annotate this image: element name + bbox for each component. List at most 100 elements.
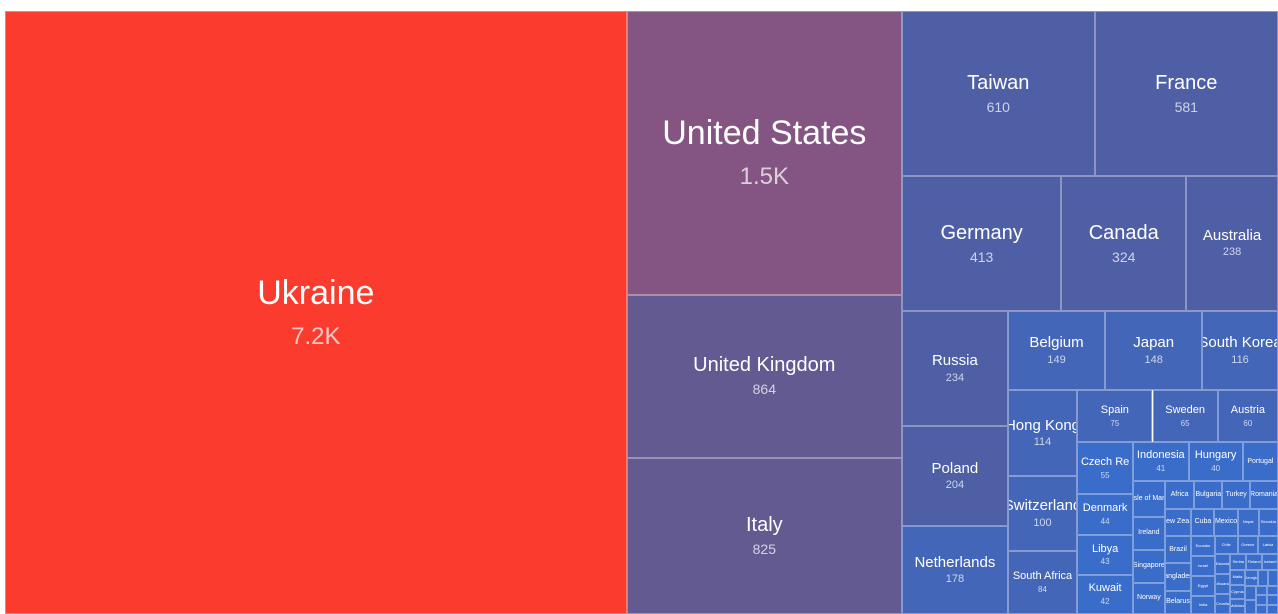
treemap-tile-czech-re[interactable]: Czech Re 55 xyxy=(1077,442,1133,494)
treemap-tile-italy[interactable]: Italy 825 xyxy=(626,458,902,614)
tile-label: Australia xyxy=(1202,227,1262,245)
treemap-tile-slovakia[interactable]: Slovakia xyxy=(1258,508,1278,536)
treemap-tile-egypt[interactable]: Egypt xyxy=(1191,576,1215,597)
tile-label: Finland xyxy=(1247,558,1261,564)
treemap-tile-lithuania[interactable]: Lithuania xyxy=(1214,573,1231,594)
treemap-tile-africa[interactable]: Africa xyxy=(1164,480,1195,509)
tile-label: Turkey xyxy=(1225,490,1247,498)
tile-label: Libya xyxy=(1091,542,1119,555)
treemap-tile-denmark[interactable]: Denmark 44 xyxy=(1077,493,1133,535)
treemap-tile-bangladesh[interactable]: Bangladesh xyxy=(1164,563,1192,591)
treemap-tile-russia[interactable]: Russia 234 xyxy=(901,310,1008,427)
treemap-tile-thailand[interactable]: Thailand xyxy=(1267,570,1278,586)
treemap-tile-canada[interactable]: Canada 324 xyxy=(1061,175,1187,311)
tile-label: South Africa xyxy=(1012,570,1073,583)
tile-value: 864 xyxy=(752,381,776,398)
treemap-tile-ukraine[interactable]: Ukraine 7.2K xyxy=(5,11,627,614)
treemap-tile-new-zea[interactable]: New Zea... xyxy=(1164,508,1192,537)
tile-label: Africa xyxy=(1170,490,1189,498)
treemap-tile-cuba[interactable]: Cuba xyxy=(1191,508,1215,536)
tile-label: Japan xyxy=(1133,334,1175,352)
treemap-tile-peru[interactable]: Peru xyxy=(1244,599,1256,614)
tile-label: Ukraine xyxy=(257,273,375,312)
treemap-tile-israel[interactable]: Israel xyxy=(1191,555,1215,577)
treemap-tile-austria[interactable]: Austria 60 xyxy=(1217,390,1278,443)
treemap-tile-united-kingdom[interactable]: United Kingdom 864 xyxy=(626,294,902,458)
tile-label: India xyxy=(1198,601,1208,607)
tile-label: Norway xyxy=(1136,594,1161,602)
tile-label: Switzerland xyxy=(1009,497,1078,515)
treemap-tile-kuwait[interactable]: Kuwait 42 xyxy=(1077,574,1133,614)
treemap-tile-finland[interactable]: Finland xyxy=(1246,553,1263,571)
tile-label: Bulgaria xyxy=(1195,490,1222,498)
treemap-tile-nepal[interactable]: Nepal xyxy=(1237,508,1259,536)
treemap-tile-south-korea[interactable]: South Korea 116 xyxy=(1202,310,1278,391)
treemap-tile-spain[interactable]: Spain 75 xyxy=(1077,390,1153,443)
tile-label: Cyprus xyxy=(1231,588,1244,594)
treemap-tile-jordan[interactable]: Jordan xyxy=(1266,595,1278,605)
treemap-tile-greece[interactable]: Greece xyxy=(1237,535,1258,554)
tile-label: Denmark xyxy=(1082,502,1128,515)
treemap-tile-isle-of-man[interactable]: Isle of Man xyxy=(1133,480,1165,517)
tile-label: Greece xyxy=(1241,541,1255,547)
tile-label: Cuba xyxy=(1194,518,1212,526)
treemap-tile-poland[interactable]: Poland 204 xyxy=(901,426,1008,527)
treemap-tile-malta[interactable]: Malta xyxy=(1230,570,1245,585)
treemap-tile-norway[interactable]: Norway xyxy=(1133,582,1165,614)
treemap-tile-vietnam[interactable]: Vietnam xyxy=(1257,570,1268,586)
treemap-tile-qatar[interactable]: Qatar xyxy=(1255,604,1267,614)
treemap-tile-ecuador[interactable]: Ecuador xyxy=(1191,535,1215,556)
treemap-tile-taiwan[interactable]: Taiwan 610 xyxy=(901,11,1095,176)
treemap-tile-croatia[interactable]: Croatia xyxy=(1214,593,1231,614)
treemap-tile-cyprus[interactable]: Cyprus xyxy=(1230,584,1245,600)
treemap-tile-hungary[interactable]: Hungary 40 xyxy=(1188,442,1243,481)
treemap-tile-south-africa[interactable]: South Africa 84 xyxy=(1007,550,1078,614)
treemap-tile-argentina[interactable]: Argentina xyxy=(1244,585,1256,600)
treemap-tile-belarus[interactable]: Belarus xyxy=(1164,590,1192,614)
treemap-tile-malaysia[interactable]: Malaysia xyxy=(1266,604,1278,614)
treemap-tile-singapore[interactable]: Singapore xyxy=(1133,549,1165,583)
treemap-tile-latvia[interactable]: Latvia xyxy=(1257,535,1278,554)
treemap-tile-japan[interactable]: Japan 148 xyxy=(1105,310,1203,391)
treemap-tile-sweden[interactable]: Sweden 65 xyxy=(1152,390,1218,443)
treemap-tile-moldova[interactable]: Moldova xyxy=(1230,599,1245,614)
treemap-tile-morocco[interactable]: Morocco xyxy=(1255,595,1267,605)
treemap-tile-india[interactable]: India xyxy=(1191,596,1215,614)
tile-label: Egypt xyxy=(1197,582,1209,588)
treemap-tile-france[interactable]: France 581 xyxy=(1094,11,1278,176)
treemap-tile-belgium[interactable]: Belgium 149 xyxy=(1007,310,1106,391)
treemap-tile-iceland[interactable]: Iceland xyxy=(1262,553,1278,571)
treemap-tile-romania[interactable]: Romania xyxy=(1250,480,1278,509)
treemap-tile-portugal[interactable]: Portugal xyxy=(1242,442,1278,481)
treemap-tile-chile[interactable]: Chile xyxy=(1214,535,1238,554)
treemap-tile-estonia[interactable]: Estonia xyxy=(1214,553,1231,574)
treemap-tile-bulgaria[interactable]: Bulgaria xyxy=(1194,480,1223,509)
treemap-tile-germany[interactable]: Germany 413 xyxy=(901,175,1062,311)
tile-value: 7.2K xyxy=(291,322,341,350)
treemap-tile-libya[interactable]: Libya 43 xyxy=(1077,534,1133,575)
tile-value: 44 xyxy=(1100,516,1110,526)
treemap-tile-hong-kong[interactable]: Hong Kong 114 xyxy=(1007,390,1078,476)
tile-value: 234 xyxy=(945,371,965,384)
treemap-tile-brazil[interactable]: Brazil xyxy=(1164,536,1192,564)
tile-value: 100 xyxy=(1033,516,1052,529)
treemap-tile-netherlands[interactable]: Netherlands 178 xyxy=(901,526,1008,614)
treemap-tile-kenya[interactable]: Kenya xyxy=(1255,585,1267,596)
tile-label: Hungary xyxy=(1194,449,1237,462)
treemap-tile-nigeria[interactable]: Nigeria xyxy=(1266,585,1278,596)
tile-label: Ireland xyxy=(1138,529,1160,537)
treemap-tile-indonesia[interactable]: Indonesia 41 xyxy=(1133,442,1189,481)
treemap-tile-australia[interactable]: Australia 238 xyxy=(1186,175,1278,311)
treemap-tile-serbia[interactable]: Serbia xyxy=(1230,553,1247,571)
tile-label: Bangladesh xyxy=(1166,572,1191,580)
tile-value: 204 xyxy=(945,479,965,492)
treemap-tile-georgia[interactable]: Georgia xyxy=(1244,570,1258,586)
treemap-tile-ireland[interactable]: Ireland xyxy=(1133,516,1165,550)
treemap-tile-united-states[interactable]: United States 1.5K xyxy=(626,11,902,295)
tile-label: Poland xyxy=(931,459,979,477)
tile-label: Singapore xyxy=(1133,562,1165,570)
treemap-tile-switzerland[interactable]: Switzerland100 xyxy=(1007,475,1078,551)
treemap-tile-mexico[interactable]: Mexico xyxy=(1214,508,1238,536)
tile-label: Belarus xyxy=(1166,598,1190,606)
treemap-tile-turkey[interactable]: Turkey xyxy=(1222,480,1251,509)
